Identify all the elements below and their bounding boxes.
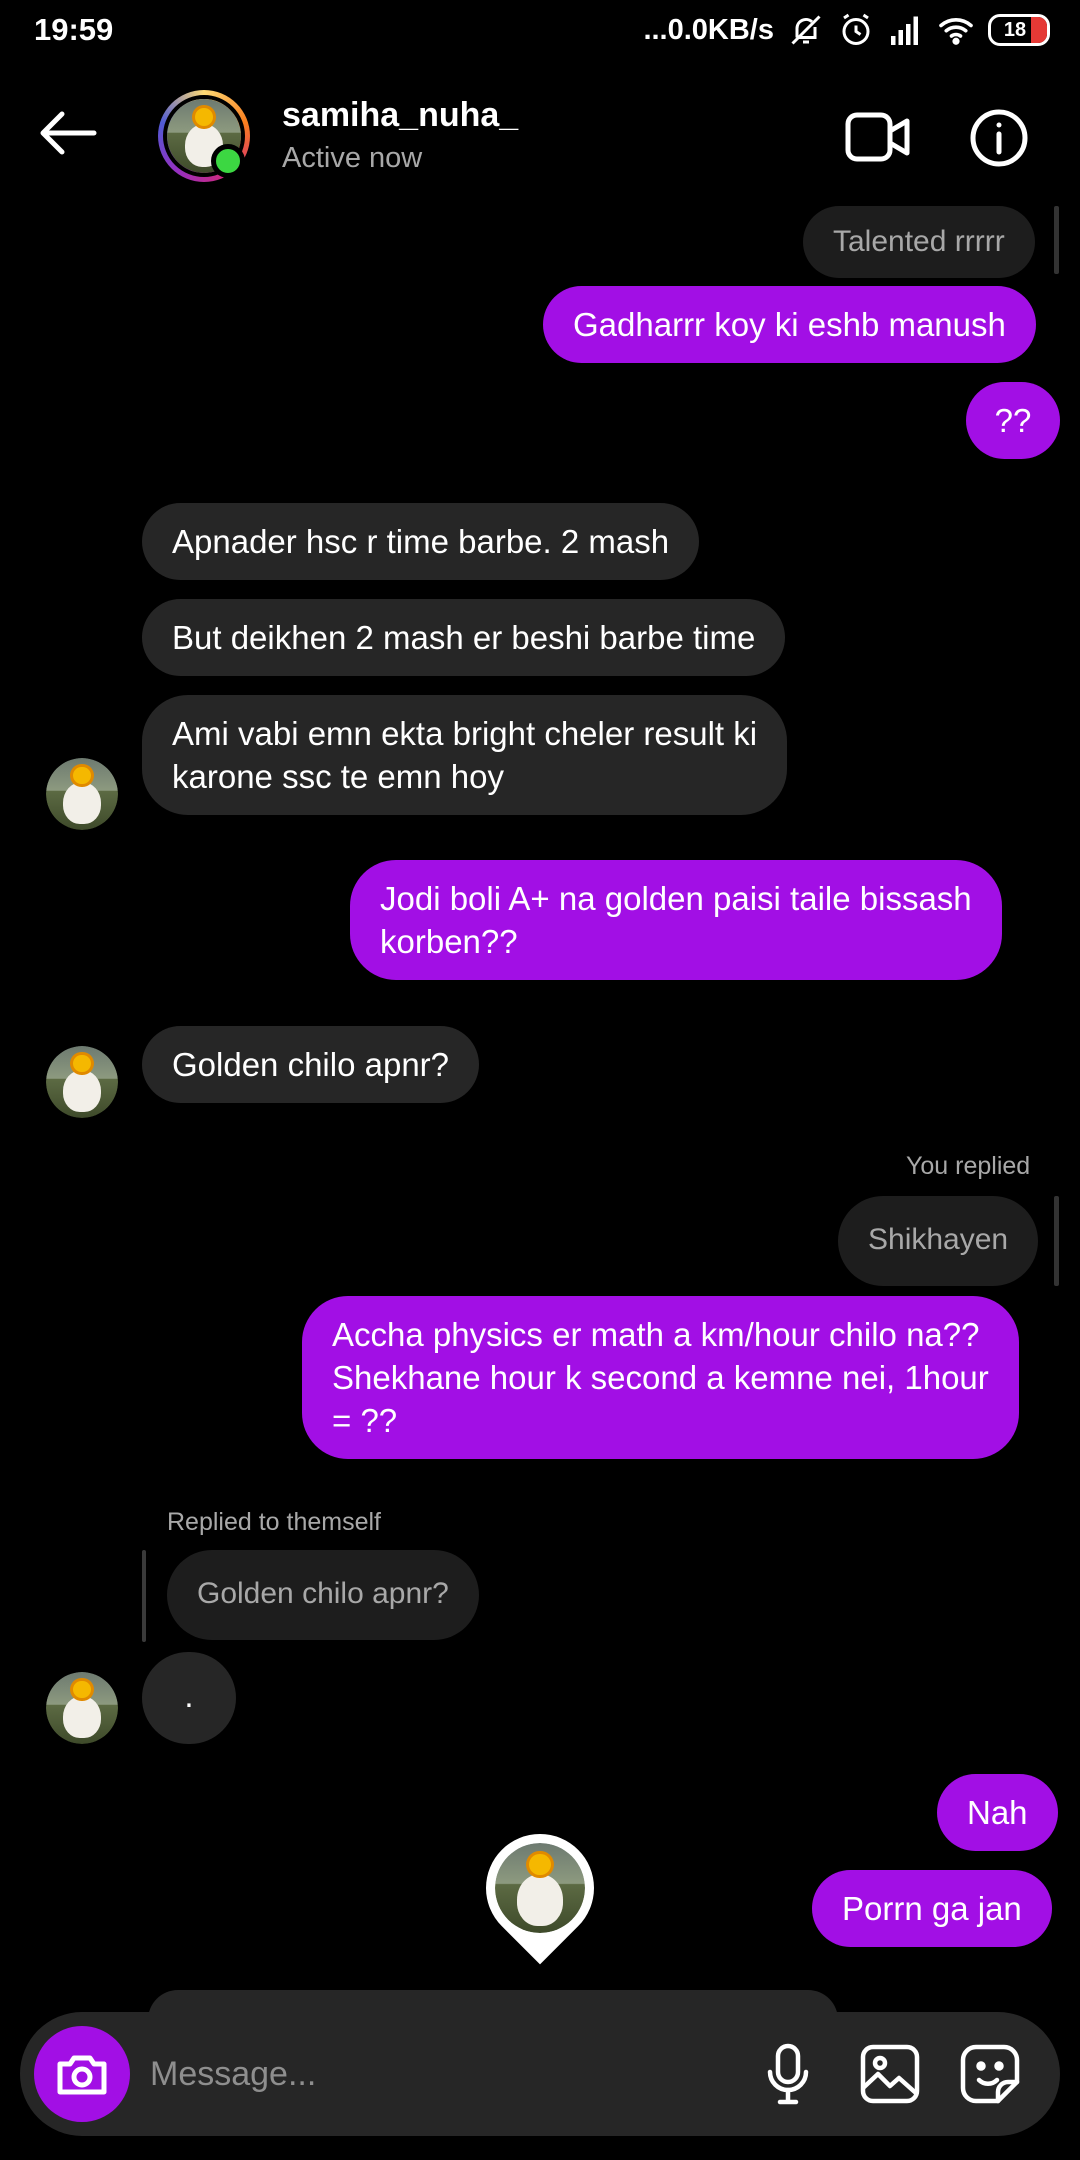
info-icon[interactable]	[969, 108, 1029, 168]
message-input[interactable]	[150, 2042, 710, 2106]
microphone-icon[interactable]	[756, 2042, 820, 2106]
quoted-message[interactable]: Golden chilo apnr?	[167, 1550, 479, 1640]
network-speed: ...0.0KB/s	[643, 13, 774, 46]
video-call-icon[interactable]	[845, 109, 911, 165]
mute-icon	[791, 15, 821, 45]
sent-message[interactable]: Nah	[937, 1774, 1058, 1851]
sender-avatar[interactable]	[46, 1046, 118, 1118]
sender-avatar[interactable]	[46, 758, 118, 830]
sticker-icon[interactable]	[958, 2042, 1022, 2106]
sent-message[interactable]: Gadharrr koy ki eshb manush	[543, 286, 1036, 363]
chat-header: samiha_nuha_ Active now	[0, 64, 1080, 209]
signal-icon	[891, 16, 918, 45]
status-time: 19:59	[34, 12, 114, 47]
alarm-icon	[842, 13, 870, 45]
wifi-icon	[939, 18, 973, 45]
reply-indicator	[1054, 206, 1059, 274]
camera-button[interactable]	[34, 2026, 130, 2122]
message-composer	[20, 2012, 1060, 2136]
quoted-message[interactable]: Talented rrrrr	[803, 206, 1035, 278]
battery-level: 18	[1003, 18, 1027, 41]
contact-username[interactable]: samiha_nuha_	[282, 96, 518, 135]
reply-indicator	[1054, 1196, 1059, 1286]
received-message[interactable]: But deikhen 2 mash er beshi barbe time	[142, 599, 786, 676]
status-bar: 19:59 ...0.0KB/s 18	[0, 0, 1080, 64]
gallery-icon[interactable]	[858, 2042, 922, 2106]
quoted-message[interactable]: Shikhayen	[838, 1196, 1039, 1286]
battery-icon: 18	[988, 14, 1050, 46]
seen-indicator-avatar	[463, 1811, 617, 1965]
received-message[interactable]: Apnader hsc r time barbe. 2 mash	[142, 503, 700, 580]
online-status-dot	[211, 144, 245, 178]
sent-message[interactable]: Porrn ga jan	[812, 1870, 1052, 1947]
back-arrow-icon[interactable]	[36, 108, 100, 158]
sent-message[interactable]: Jodi boli A+ na golden paisi taile bissa…	[350, 860, 1002, 980]
replied-to-themself-label: Replied to themself	[167, 1508, 382, 1536]
received-message[interactable]: .	[142, 1652, 236, 1744]
contact-active-status: Active now	[282, 142, 423, 174]
you-replied-label: You replied	[906, 1152, 1031, 1180]
sender-avatar[interactable]	[46, 1672, 118, 1744]
sent-message[interactable]: ??	[966, 382, 1060, 459]
reply-indicator	[142, 1550, 146, 1642]
received-message[interactable]: Ami vabi emn ekta bright cheler result k…	[142, 695, 788, 815]
camera-icon	[57, 2055, 107, 2095]
sent-message[interactable]: Accha physics er math a km/hour chilo na…	[302, 1296, 1019, 1459]
status-icons: ...0.0KB/s 18	[643, 10, 1050, 50]
received-message[interactable]: Golden chilo apnr?	[142, 1026, 480, 1103]
